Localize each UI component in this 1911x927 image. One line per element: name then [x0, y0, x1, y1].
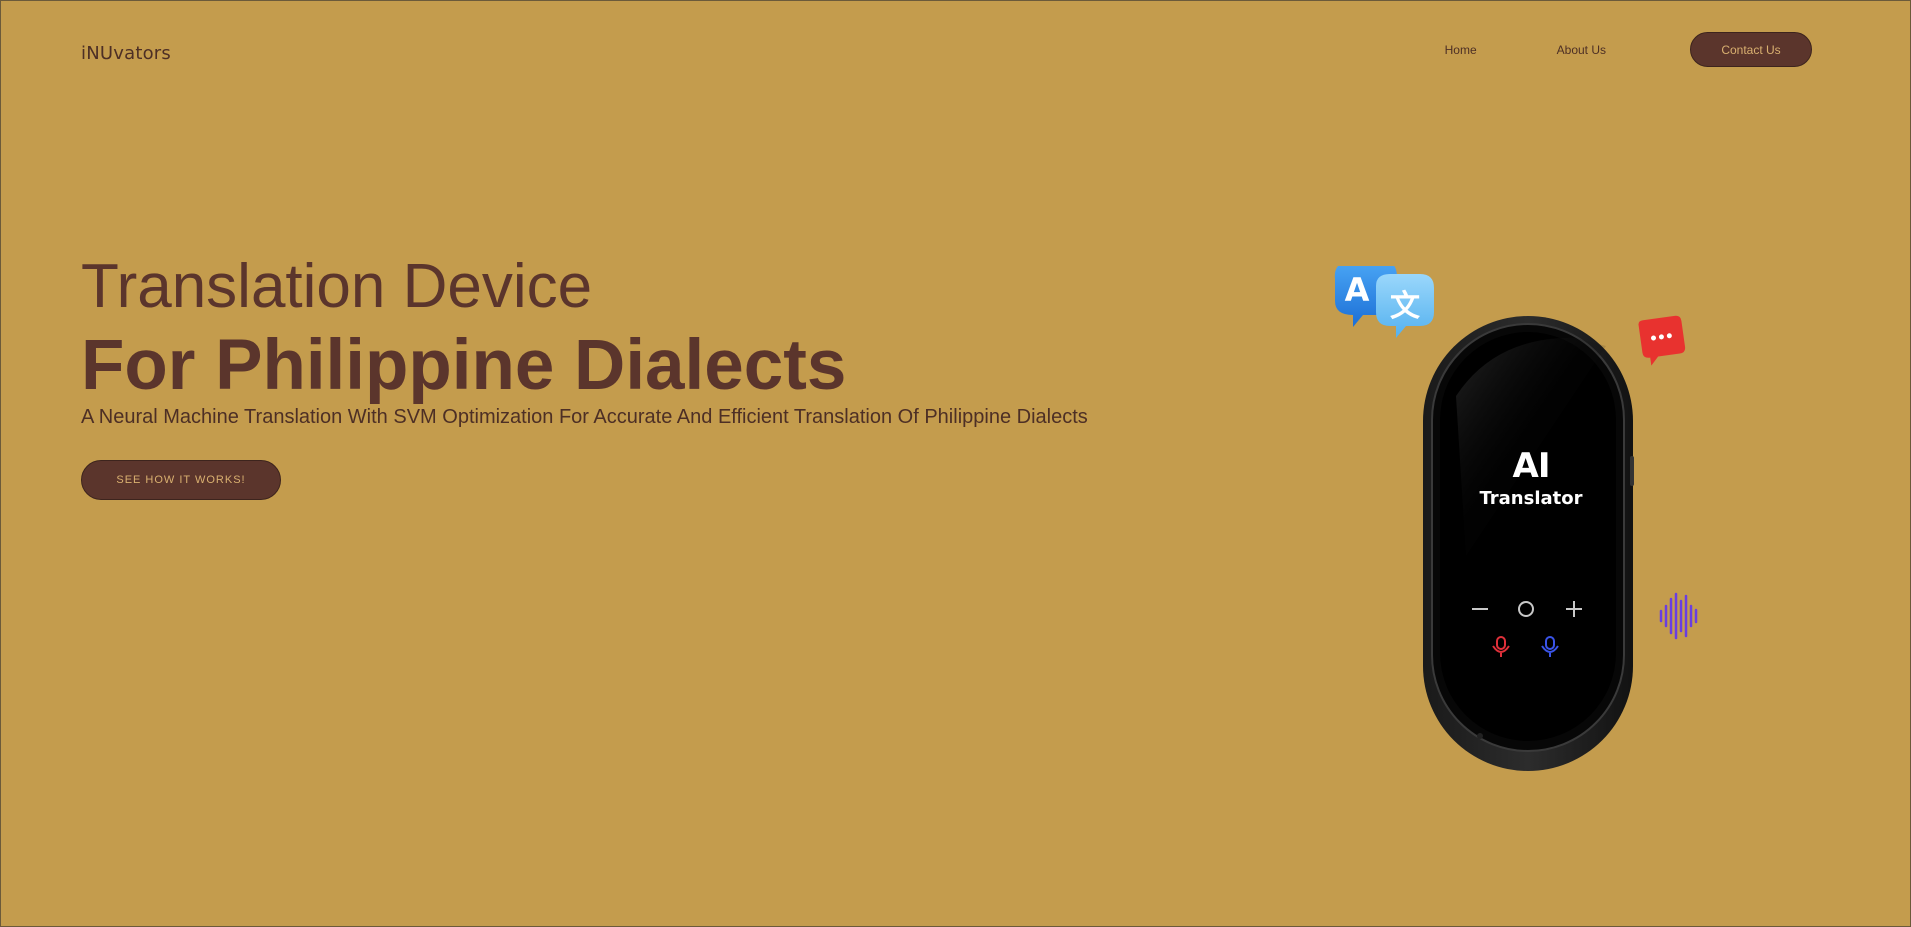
chat-bubble-icon: [1638, 315, 1686, 366]
nav-home-link[interactable]: Home: [1445, 43, 1477, 57]
page: iNUvators Home About Us Contact Us Trans…: [0, 0, 1911, 927]
translate-bubble-wen-icon: 文: [1376, 274, 1434, 338]
brand-logo[interactable]: iNUvators: [81, 43, 171, 64]
hero-title-line1: Translation Device: [81, 252, 593, 321]
nav-about-link[interactable]: About Us: [1557, 43, 1606, 57]
top-nav: Home About Us Contact Us: [1445, 32, 1812, 67]
hero-title-line2: For Philippine Dialects: [81, 326, 847, 405]
device-graphic: A 文: [1334, 266, 1698, 771]
see-how-it-works-button[interactable]: SEE HOW IT WORKS!: [81, 460, 281, 500]
sound-wave-icon: [1659, 592, 1698, 640]
svg-text:A: A: [1345, 271, 1370, 309]
translator-device-illustration: A 文 AI Translator: [1316, 266, 1716, 786]
hero-subtitle: A Neural Machine Translation With SVM Op…: [81, 406, 1088, 428]
contact-us-button[interactable]: Contact Us: [1690, 32, 1812, 67]
device-screen-ai-label: AI: [1512, 446, 1551, 486]
svg-text:文: 文: [1390, 289, 1420, 324]
device-screen-translator-label: Translator: [1479, 488, 1583, 509]
device-body: [1423, 316, 1634, 771]
